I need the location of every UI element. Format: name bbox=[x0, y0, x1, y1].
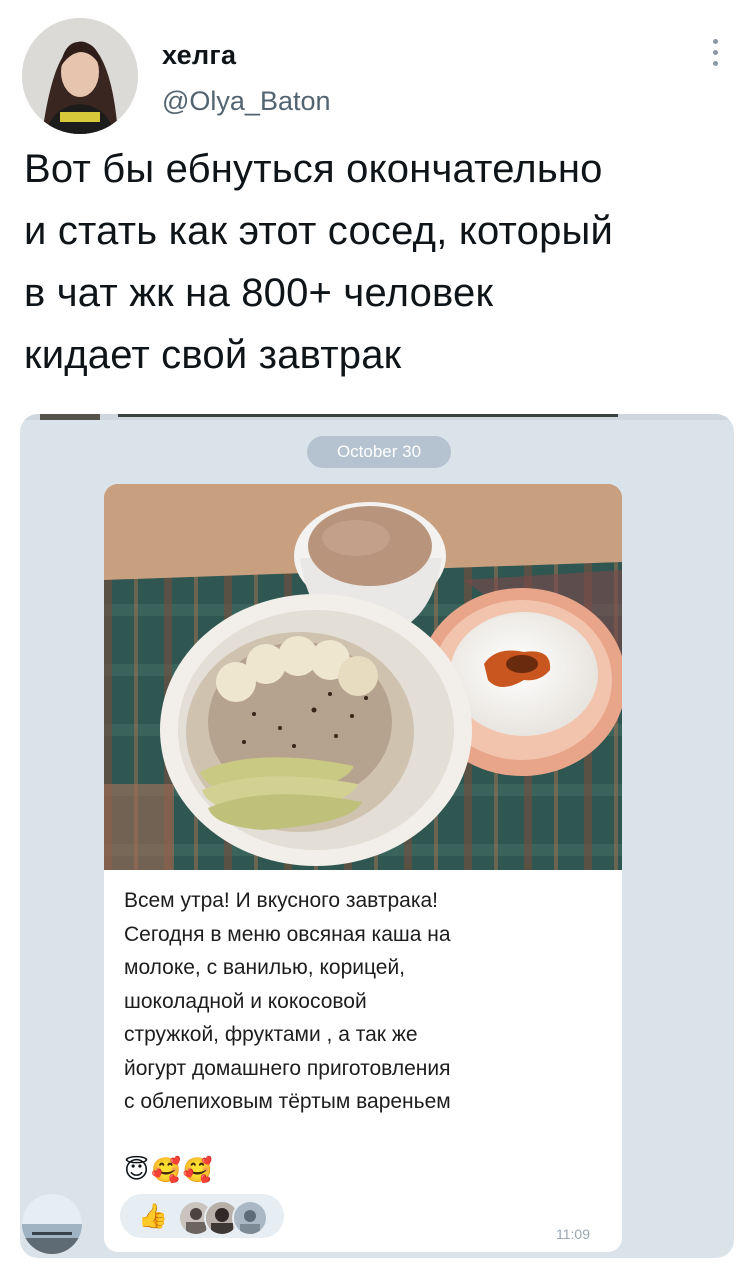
hearts-face-emoji: 🥰 bbox=[151, 1157, 181, 1184]
message-caption: Всем утра! И вкусного завтрака! Сегодня … bbox=[124, 884, 614, 1119]
angel-face-emoji: 😇 bbox=[124, 1157, 150, 1184]
hearts-face-emoji: 🥰 bbox=[182, 1157, 213, 1184]
tweet: хелга @Olya_Baton Вот бы ебнуться оконча… bbox=[0, 0, 754, 1280]
date-pill: October 30 bbox=[307, 436, 451, 468]
message-time: 11:09 bbox=[556, 1226, 590, 1242]
caption-line: Сегодня в меню овсяная каша на bbox=[124, 922, 451, 946]
previous-message-edge bbox=[20, 414, 734, 420]
caption-line: с облепиховым тёртым вареньем bbox=[124, 1090, 451, 1113]
tweet-text-line: Вот бы ебнуться окончательно bbox=[24, 147, 603, 191]
author-handle[interactable]: @Olya_Baton bbox=[162, 86, 331, 117]
caption-line: стружкой, фруктами , а так же bbox=[124, 1023, 418, 1046]
caption-emojis: 😇 🥰 🥰 bbox=[124, 1156, 213, 1185]
author-avatar[interactable] bbox=[22, 18, 138, 134]
tweet-text-line: в чат жк на 800+ человек bbox=[24, 271, 494, 315]
message-bubble[interactable]: Всем утра! И вкусного завтрака! Сегодня … bbox=[104, 484, 622, 1252]
caption-line: шоколадной и кокосовой bbox=[124, 989, 367, 1013]
caption-line: Всем утра! И вкусного завтрака! bbox=[124, 889, 439, 912]
sender-avatar[interactable] bbox=[22, 1194, 82, 1254]
breakfast-photo[interactable] bbox=[104, 484, 622, 870]
tweet-text-line: и стать как этот сосед, который bbox=[24, 209, 614, 253]
author-name[interactable]: хелга bbox=[162, 40, 236, 71]
thumbs-up-icon: 👍 bbox=[138, 1203, 168, 1230]
tweet-text: Вот бы ебнуться окончательно и стать как… bbox=[24, 138, 734, 386]
reactor-avatar bbox=[232, 1200, 268, 1236]
reaction-chip[interactable]: 👍 bbox=[120, 1194, 284, 1238]
caption-line: молоке, с ванилью, корицей, bbox=[124, 956, 406, 979]
more-vertical-icon[interactable] bbox=[700, 30, 730, 74]
attached-chat-screenshot[interactable]: October 30 Всем утра! И вкусного завтрак… bbox=[20, 414, 734, 1258]
caption-line: йогурт домашнего приготовления bbox=[124, 1056, 451, 1080]
tweet-text-line: кидает свой завтрак bbox=[24, 333, 402, 377]
